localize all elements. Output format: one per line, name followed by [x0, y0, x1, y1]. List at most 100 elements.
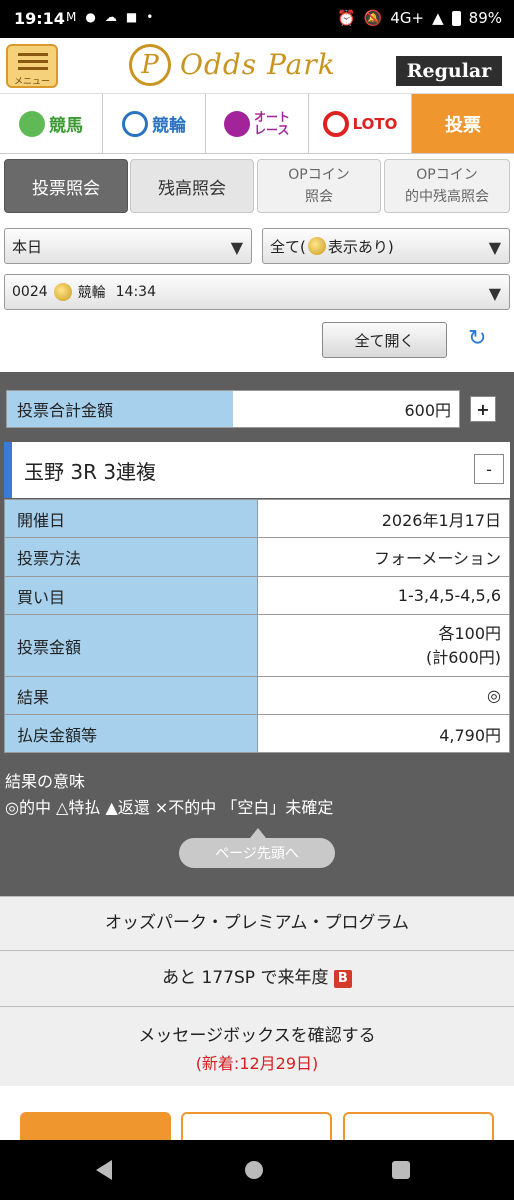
premium-program-link[interactable]: オッズパーク・プレミアム・プログラム	[0, 896, 514, 950]
notification-icons: M ● ☁ ■ •	[66, 10, 153, 24]
arrow-up-icon	[250, 828, 266, 838]
table-row: 投票金額 各100円 (計600円)	[4, 614, 510, 677]
status-bar: 19:14 M ● ☁ ■ • ⏰ 🔕 4G+ ▲ 89%	[0, 0, 514, 38]
message-new-date: (新着:12月29日)	[195, 1054, 319, 1073]
detail-value: 2026年1月17日	[257, 499, 510, 538]
category-tabs: 競馬 競輪 オート レース LOTO 投票	[0, 94, 514, 154]
gmail-icon: M	[66, 10, 77, 24]
table-row: 投票方法 フォーメーション	[4, 537, 510, 577]
tab-label: オート レース	[253, 109, 290, 137]
detail-key: 結果	[4, 676, 258, 715]
tab-vote-inquiry[interactable]: 投票照会	[4, 159, 128, 213]
medal-icon	[53, 283, 72, 301]
total-amount-row: 投票合計金額 600円	[6, 390, 460, 428]
detail-key: 買い目	[4, 576, 258, 615]
cloud-icon: ☁	[104, 10, 117, 24]
medal-icon	[307, 237, 326, 255]
dropdown-arrow-icon: ▼	[230, 238, 243, 257]
recent-apps-icon[interactable]	[392, 1161, 410, 1179]
page-top-button[interactable]: ページ先頭へ	[179, 838, 335, 868]
race-detail-table: 開催日 2026年1月17日 投票方法 フォーメーション 買い目 1-3,4,5…	[4, 499, 510, 753]
app-icon: ●	[85, 10, 96, 24]
period-select-value: 本日	[12, 237, 43, 256]
signal-icon: ▲	[432, 9, 444, 27]
table-row: 結果 ◎	[4, 676, 510, 715]
site-header: メニュー P Odds Park Regular	[0, 38, 514, 94]
message-box-link[interactable]: メッセージボックスを確認する (新着:12月29日)	[0, 1006, 514, 1086]
horse-icon	[19, 110, 45, 137]
lower-menu-area	[0, 1086, 514, 1152]
battery-percent: 89%	[468, 9, 502, 27]
total-amount-value: 600円	[404, 401, 451, 420]
menu-label: メニュー	[13, 77, 50, 87]
sp-status-link[interactable]: あと 177SP で来年度 B	[0, 950, 514, 1006]
display-filter-prefix: 全て(	[270, 237, 306, 256]
message-box-label: メッセージボックスを確認する	[138, 1026, 376, 1046]
open-all-button[interactable]: 全て開く	[322, 322, 447, 358]
ticket-sport: 競輪	[77, 285, 106, 301]
dropdown-arrow-icon: ▼	[488, 238, 501, 257]
android-nav-bar	[0, 1140, 514, 1200]
tab-keirin[interactable]: 競輪	[103, 94, 206, 153]
result-legend-body: ◎的中 △特払 ▲返還 ×不的中 「空白」未確定	[5, 798, 334, 817]
table-row: 開催日 2026年1月17日	[4, 499, 510, 538]
result-legend-title: 結果の意味	[5, 772, 86, 791]
detail-key: 投票方法	[4, 537, 258, 577]
menu-button[interactable]: メニュー	[6, 44, 58, 88]
account-rank-badge: Regular	[396, 56, 502, 86]
sp-status-text: あと 177SP で来年度	[162, 968, 329, 988]
app-badge-icon: ■	[125, 10, 138, 24]
system-icons: ⏰ 🔕 4G+ ▲ 89%	[337, 9, 502, 27]
dot-icon: •	[146, 10, 154, 24]
detail-value: 各100円 (計600円)	[257, 614, 510, 677]
battery-icon	[451, 10, 461, 26]
menu-bar-icon	[18, 67, 48, 70]
mute-icon: 🔕	[363, 9, 383, 27]
table-row: 買い目 1-3,4,5-4,5,6	[4, 576, 510, 615]
oddspark-logo-icon[interactable]: P	[129, 44, 171, 86]
tab-label: LOTO	[352, 114, 398, 133]
detail-key: 払戻金額等	[4, 714, 258, 753]
detail-value: フォーメーション	[257, 537, 510, 577]
refresh-icon[interactable]: ↻	[468, 326, 486, 351]
tab-opcoin-hit-balance[interactable]: OPコイン 的中残高照会	[384, 159, 510, 213]
tab-keiba[interactable]: 競馬	[0, 94, 103, 153]
race-header: 玉野 3R 3連複 -	[4, 442, 510, 498]
tab-loto[interactable]: LOTO	[309, 94, 412, 153]
motorbike-icon	[223, 110, 250, 137]
rank-b-icon: B	[333, 970, 352, 988]
tab-label: 競輪	[152, 116, 186, 136]
tab-autorace[interactable]: オート レース	[206, 94, 309, 153]
table-row: 払戻金額等 4,790円	[4, 714, 510, 753]
expand-button[interactable]: +	[470, 396, 496, 422]
bicycle-icon	[122, 110, 148, 137]
race-title: 玉野 3R 3連複	[24, 460, 157, 484]
collapse-button[interactable]: -	[474, 454, 504, 484]
ticket-time: 14:34	[115, 284, 156, 300]
total-amount-label: 投票合計金額	[7, 391, 233, 427]
back-icon[interactable]	[96, 1160, 112, 1180]
display-filter-suffix: 表示あり)	[327, 237, 394, 256]
detail-key: 開催日	[4, 499, 258, 538]
detail-key: 投票金額	[4, 614, 258, 677]
ticket-select[interactable]: 0024 競輪 14:34 ▼	[4, 274, 510, 310]
tab-label: 投票	[445, 114, 481, 136]
status-time: 19:14	[14, 9, 65, 28]
target-icon	[322, 110, 349, 137]
detail-value: 4,790円	[257, 714, 510, 753]
tab-opcoin-inquiry[interactable]: OPコイン 照会	[257, 159, 381, 213]
dropdown-arrow-icon: ▼	[488, 284, 501, 303]
tab-label: 競馬	[49, 116, 83, 136]
vote-panel: 投票照会 残高照会 OPコイン 照会 OPコイン 的中残高照会 本日 ▼ 全て(…	[0, 154, 514, 372]
display-filter-select[interactable]: 全て( 表示あり) ▼	[262, 228, 510, 264]
ticket-id: 0024	[12, 284, 48, 300]
tab-balance-inquiry[interactable]: 残高照会	[130, 159, 254, 213]
tab-vote[interactable]: 投票	[412, 94, 514, 153]
detail-value: ◎	[257, 676, 510, 715]
network-label: 4G+	[390, 9, 425, 27]
oddspark-logo-text[interactable]: Odds Park	[180, 48, 336, 81]
menu-bar-icon	[18, 53, 48, 56]
period-select[interactable]: 本日 ▼	[4, 228, 252, 264]
home-icon[interactable]	[245, 1161, 263, 1179]
menu-bar-icon	[18, 60, 48, 63]
